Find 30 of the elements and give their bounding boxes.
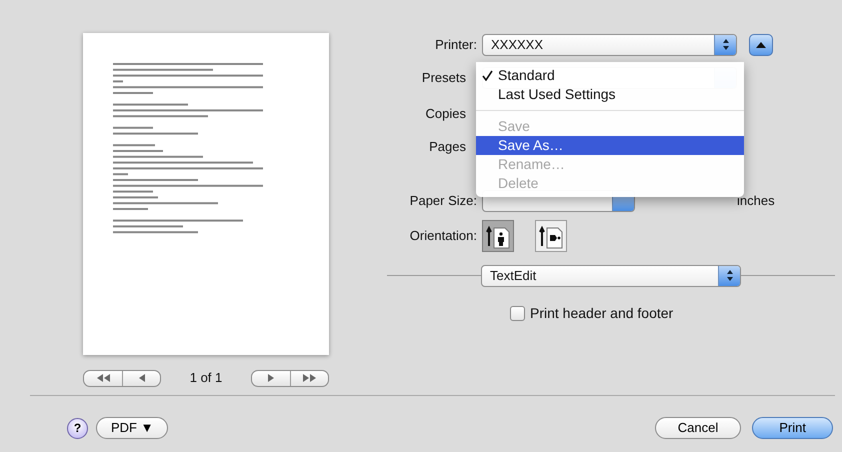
landscape-orientation-button[interactable] — [535, 220, 567, 252]
checkbox-label[interactable]: Print header and footer — [530, 303, 674, 324]
print-button[interactable]: Print — [752, 417, 833, 439]
cancel-button[interactable]: Cancel — [654, 417, 742, 439]
up-triangle-icon — [756, 42, 766, 48]
double-left-icon — [96, 374, 110, 382]
help-button[interactable]: ? — [67, 418, 88, 438]
pdf-button[interactable]: PDF ▼ — [96, 417, 168, 439]
rotated-person-page-icon — [539, 224, 563, 248]
field-label: Orientation: — [408, 227, 478, 246]
field-label: Printer: — [434, 36, 478, 54]
field-label: Presets — [420, 68, 467, 87]
menu-item[interactable]: Standard — [476, 66, 744, 85]
portrait-orientation-button[interactable] — [482, 220, 514, 252]
menu-item[interactable]: Save As… — [476, 136, 744, 155]
up-down-arrows-icon — [726, 269, 734, 282]
person-page-icon — [486, 224, 510, 248]
section-popup[interactable]: TextEdit — [481, 264, 741, 286]
menu-item[interactable]: Last Used Settings — [476, 85, 744, 104]
double-right-icon — [302, 374, 316, 382]
printer-popup[interactable]: XXXXXX — [482, 34, 737, 56]
paper-dimensions: inches — [737, 192, 775, 210]
checkbox[interactable] — [510, 306, 525, 321]
page-indicator: 1 of 1 — [190, 369, 222, 388]
field-label: Pages — [428, 138, 467, 156]
check-icon — [482, 70, 493, 81]
field-label: Copies — [424, 105, 467, 124]
up-down-arrows-icon — [722, 38, 730, 51]
field-label: Paper Size: — [408, 192, 478, 210]
collapse-button[interactable] — [749, 34, 773, 56]
